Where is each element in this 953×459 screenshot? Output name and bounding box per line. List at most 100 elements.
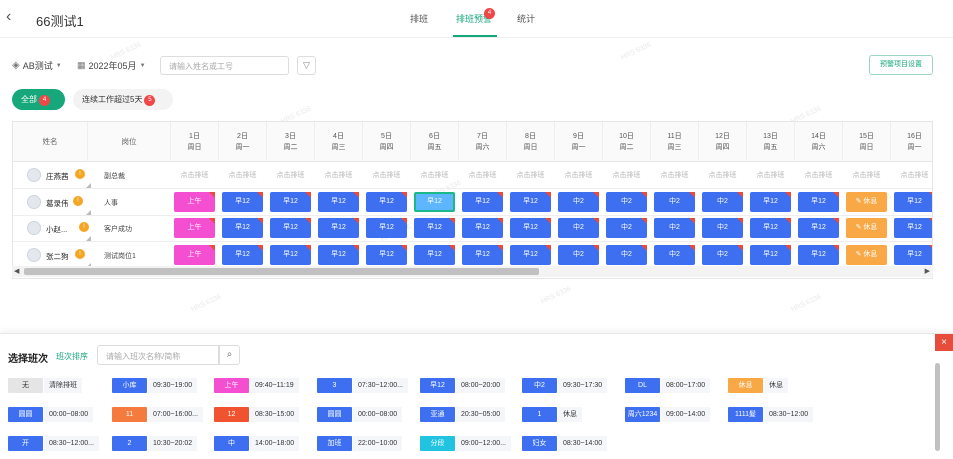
shift-cell[interactable]: 上午 bbox=[174, 244, 215, 265]
shift-tag: 上午 bbox=[214, 378, 249, 393]
shift-cell[interactable]: 早12 bbox=[462, 218, 503, 238]
scroll-left-icon[interactable]: ◀ bbox=[14, 266, 19, 277]
shift-cell[interactable]: 早12 bbox=[270, 244, 311, 265]
shift-cell[interactable]: ✎ 休息 bbox=[846, 191, 887, 212]
shift-cell[interactable]: 中2 bbox=[654, 191, 695, 212]
flag-corner bbox=[641, 191, 647, 198]
shift-cell[interactable]: 早12 bbox=[750, 218, 791, 238]
scrollbar-thumb[interactable] bbox=[24, 268, 539, 275]
empty-schedule-cell[interactable]: 点击排班 bbox=[702, 170, 743, 180]
empty-schedule-cell[interactable]: 点击排班 bbox=[606, 170, 647, 180]
flag-corner bbox=[305, 191, 311, 198]
shift-search-input[interactable]: 请输入班次名称/简称 bbox=[97, 345, 219, 365]
filter-all-pill[interactable]: 全部 4 bbox=[12, 89, 65, 110]
scroll-right-icon[interactable]: ▶ bbox=[925, 266, 930, 277]
shift-cell[interactable]: 早12 bbox=[318, 244, 359, 265]
shift-tag: 1 bbox=[522, 407, 557, 422]
empty-schedule-cell[interactable]: 点击排班 bbox=[798, 170, 839, 180]
shift-cell[interactable]: 早12 bbox=[798, 218, 839, 238]
empty-schedule-cell[interactable]: 点击排班 bbox=[558, 170, 599, 180]
warning-icon[interactable]: ! bbox=[73, 195, 83, 206]
shift-cell[interactable]: 早12 bbox=[510, 244, 551, 265]
employee-name[interactable]: 庄燕茜 bbox=[46, 171, 69, 182]
shift-cell[interactable]: 早12 bbox=[462, 191, 503, 212]
empty-schedule-cell[interactable]: 点击排班 bbox=[414, 170, 455, 180]
month-selector[interactable]: ▦ 2022年05月 ▼ bbox=[77, 59, 146, 72]
shift-cell[interactable]: 早12 bbox=[798, 244, 839, 265]
shift-cell[interactable]: ✎ 休息 bbox=[846, 244, 887, 265]
empty-schedule-cell[interactable]: 点击排班 bbox=[894, 170, 932, 180]
empty-schedule-cell[interactable]: 点击排班 bbox=[510, 170, 551, 180]
shift-cell[interactable]: 早12 bbox=[798, 191, 839, 212]
shift-cell[interactable]: 早12 bbox=[318, 218, 359, 238]
search-icon[interactable]: ⌕ bbox=[219, 345, 240, 365]
shift-time: 22:00~10:00 bbox=[353, 436, 403, 451]
group-selector[interactable]: ◈ AB测试 ▼ bbox=[12, 59, 62, 72]
employee-search-input[interactable]: 请输入姓名或工号 bbox=[160, 56, 289, 75]
shift-cell[interactable]: 中2 bbox=[606, 218, 647, 238]
shift-tag: 11 bbox=[112, 407, 147, 422]
shift-cell[interactable]: 早12 bbox=[270, 191, 311, 212]
employee-name[interactable]: 小赵... bbox=[46, 224, 67, 235]
employee-name[interactable]: 张二狗 bbox=[46, 251, 69, 262]
shift-cell[interactable]: 早12 bbox=[750, 191, 791, 212]
empty-schedule-cell[interactable]: 点击排班 bbox=[366, 170, 407, 180]
shift-cell[interactable]: 上午 bbox=[174, 191, 215, 212]
shift-tag: 休息 bbox=[728, 378, 763, 393]
shift-cell[interactable]: 早12 bbox=[270, 218, 311, 238]
filter-over5-pill[interactable]: 连续工作超过5天 5 bbox=[73, 89, 173, 110]
shift-cell[interactable]: 早12 bbox=[894, 218, 932, 238]
empty-schedule-cell[interactable]: 点击排班 bbox=[270, 170, 311, 180]
shift-cell[interactable]: 中2 bbox=[654, 244, 695, 265]
horizontal-scrollbar[interactable]: ◀ ▶ bbox=[12, 266, 933, 277]
shift-cell[interactable]: 中2 bbox=[606, 191, 647, 212]
shift-cell[interactable]: 中2 bbox=[702, 191, 743, 212]
shift-cell[interactable]: 早12 bbox=[462, 244, 503, 265]
shift-cell[interactable]: 中2 bbox=[702, 244, 743, 265]
shift-cell[interactable]: 早12 bbox=[222, 191, 263, 212]
empty-schedule-cell[interactable]: 点击排班 bbox=[318, 170, 359, 180]
shift-cell[interactable]: 中2 bbox=[606, 244, 647, 265]
shift-cell[interactable]: 早12 bbox=[366, 191, 407, 212]
panel-vertical-scrollbar[interactable] bbox=[935, 363, 940, 451]
empty-schedule-cell[interactable]: 点击排班 bbox=[654, 170, 695, 180]
shift-cell[interactable]: 早12 bbox=[894, 244, 932, 265]
shift-cell[interactable]: 中2 bbox=[558, 218, 599, 238]
empty-schedule-cell[interactable]: 点击排班 bbox=[846, 170, 887, 180]
shift-cell[interactable]: 早12 bbox=[414, 191, 455, 212]
shift-cell[interactable]: 早12 bbox=[222, 218, 263, 238]
warning-icon[interactable]: ! bbox=[79, 222, 89, 232]
employee-name[interactable]: 葛录伟 bbox=[46, 198, 69, 209]
day-weekday: 周五 bbox=[763, 144, 778, 151]
shift-cell[interactable]: 早12 bbox=[750, 244, 791, 265]
shift-cell[interactable]: 中2 bbox=[702, 218, 743, 238]
shift-cell[interactable]: 早12 bbox=[894, 191, 932, 212]
warning-icon[interactable]: ! bbox=[75, 169, 85, 179]
empty-schedule-cell[interactable]: 点击排班 bbox=[750, 170, 791, 180]
shift-cell[interactable]: 早12 bbox=[318, 191, 359, 212]
shift-cell[interactable]: 早12 bbox=[366, 218, 407, 238]
shift-cell[interactable]: 早12 bbox=[414, 218, 455, 238]
shift-cell[interactable]: 上午 bbox=[174, 218, 215, 238]
shift-sort-link[interactable]: 班次排序 bbox=[56, 351, 88, 362]
shift-cell[interactable]: 早12 bbox=[510, 218, 551, 238]
tab-schedule[interactable]: 排班 bbox=[410, 12, 428, 25]
shift-cell[interactable]: 中2 bbox=[654, 218, 695, 238]
shift-cell[interactable]: 早12 bbox=[510, 191, 551, 212]
empty-schedule-cell[interactable]: 点击排班 bbox=[222, 170, 263, 180]
tab-statistics[interactable]: 统计 bbox=[517, 12, 535, 25]
shift-cell[interactable]: 中2 bbox=[558, 191, 599, 212]
empty-schedule-cell[interactable]: 点击排班 bbox=[174, 170, 215, 180]
shift-cell[interactable]: 早12 bbox=[222, 244, 263, 265]
shift-cell[interactable]: 早12 bbox=[366, 244, 407, 265]
shift-cell[interactable]: 中2 bbox=[558, 244, 599, 265]
close-icon[interactable]: × bbox=[935, 334, 953, 351]
shift-cell[interactable]: ✎ 休息 bbox=[846, 218, 887, 238]
back-icon[interactable]: ‹ bbox=[6, 8, 11, 26]
warning-settings-button[interactable]: 预警项目设置 bbox=[869, 55, 933, 75]
warning-icon[interactable]: ! bbox=[75, 248, 85, 259]
shift-cell[interactable]: 早12 bbox=[414, 244, 455, 265]
filter-funnel-icon[interactable]: ▽ bbox=[297, 56, 316, 75]
watermark-text: HRS 6336 bbox=[190, 293, 223, 314]
empty-schedule-cell[interactable]: 点击排班 bbox=[462, 170, 503, 180]
